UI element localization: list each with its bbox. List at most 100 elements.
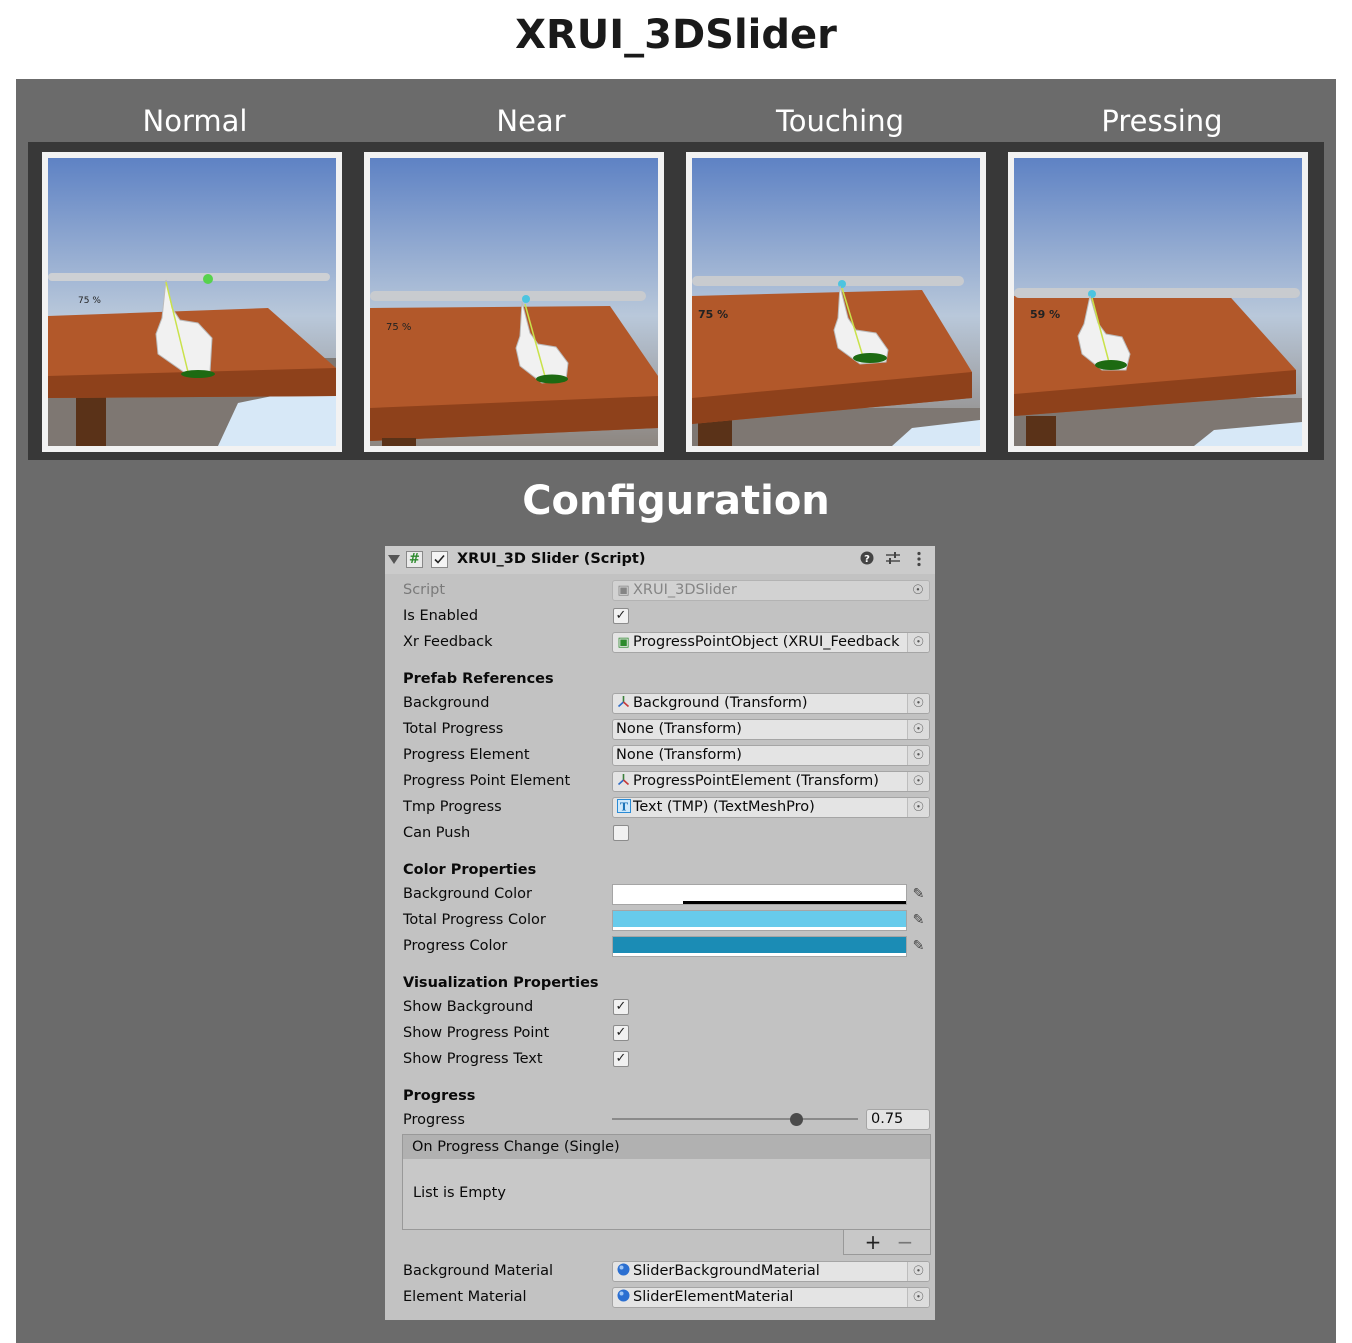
configuration-title: Configuration <box>522 478 830 524</box>
element-material-field[interactable]: SliderElementMaterial ☉ <box>612 1287 930 1308</box>
object-picker-icon: ☉ <box>907 581 929 600</box>
checkmark-icon <box>434 554 445 564</box>
background-label: Background <box>403 695 490 711</box>
progress-text-touching: 75 % <box>698 308 728 321</box>
component-header[interactable]: # XRUI_3D Slider (Script) ? <box>385 546 935 574</box>
object-picker-icon[interactable]: ☉ <box>907 694 929 713</box>
progress-slider-thumb[interactable] <box>790 1113 803 1126</box>
component-title: XRUI_3D Slider (Script) <box>457 551 646 567</box>
inspector-panel: # XRUI_3D Slider (Script) ? Script ▣ XRUI… <box>385 546 935 1320</box>
textmeshpro-icon: T <box>616 798 631 817</box>
list-empty-text: List is Empty <box>413 1185 506 1201</box>
material-sphere-icon <box>616 1288 631 1307</box>
xr-feedback-field[interactable]: ▣ ProgressPointObject (XRUI_Feedback ☉ <box>612 632 930 653</box>
help-icon[interactable]: ? <box>858 551 876 569</box>
is-enabled-label: Is Enabled <box>403 608 479 624</box>
progress-heading: Progress <box>403 1088 476 1104</box>
total-progress-field[interactable]: None (Transform) ☉ <box>612 719 930 740</box>
progress-element-label: Progress Element <box>403 747 530 763</box>
script-icon: # <box>406 551 423 568</box>
visualization-properties-heading: Visualization Properties <box>403 975 599 991</box>
progress-color-label: Progress Color <box>403 938 508 954</box>
scene-touching: 75 % <box>692 158 980 446</box>
preview-pressing: 59 % <box>1008 152 1308 452</box>
color-swatch <box>613 937 906 953</box>
eyedropper-icon[interactable]: ✎ <box>907 884 930 905</box>
background-color-field[interactable] <box>612 884 907 905</box>
object-picker-icon[interactable]: ☉ <box>907 1288 929 1307</box>
background-material-label: Background Material <box>403 1263 554 1279</box>
kebab-menu-icon[interactable] <box>910 551 928 571</box>
script-field: ▣ XRUI_3DSlider ☉ <box>612 580 930 601</box>
total-progress-label: Total Progress <box>403 721 504 737</box>
background-field[interactable]: Background (Transform) ☉ <box>612 693 930 714</box>
object-picker-icon[interactable]: ☉ <box>907 633 929 652</box>
transform-icon <box>616 694 631 713</box>
progress-slider-track[interactable] <box>612 1118 858 1120</box>
remove-listener-button[interactable]: − <box>890 1230 920 1254</box>
progress-text-normal: 75 % <box>78 296 101 306</box>
on-progress-change-header: On Progress Change (Single) <box>402 1134 931 1160</box>
svg-text:?: ? <box>864 554 870 565</box>
component-enabled-checkbox[interactable] <box>431 551 448 568</box>
tmp-progress-field[interactable]: T Text (TMP) (TextMeshPro) ☉ <box>612 797 930 818</box>
scene-near: 75 % <box>370 158 658 446</box>
progress-color-field[interactable] <box>612 936 907 957</box>
on-progress-change-list: List is Empty <box>402 1159 931 1230</box>
preset-sliders-icon[interactable] <box>884 551 902 569</box>
state-label-pressing: Pressing <box>1101 104 1223 138</box>
material-sphere-icon <box>616 1262 631 1281</box>
show-background-checkbox[interactable]: ✓ <box>613 999 629 1015</box>
progress-element-field[interactable]: None (Transform) ☉ <box>612 745 930 766</box>
background-color-label: Background Color <box>403 886 532 902</box>
script-label: Script <box>403 582 446 598</box>
background-material-field[interactable]: SliderBackgroundMaterial ☉ <box>612 1261 930 1282</box>
state-label-touching: Touching <box>775 104 905 138</box>
svg-text:T: T <box>619 801 628 814</box>
progress-text-pressing: 59 % <box>1030 308 1060 321</box>
alpha-bar <box>613 953 906 956</box>
foldout-arrow-icon[interactable] <box>388 555 400 564</box>
event-list-footer: + − <box>843 1230 931 1255</box>
show-progress-point-label: Show Progress Point <box>403 1025 550 1041</box>
color-properties-heading: Color Properties <box>403 862 537 878</box>
show-background-label: Show Background <box>403 999 534 1015</box>
is-enabled-checkbox[interactable]: ✓ <box>613 608 629 624</box>
total-progress-color-label: Total Progress Color <box>403 912 546 928</box>
can-push-label: Can Push <box>403 825 471 841</box>
script-file-icon: ▣ <box>617 583 630 598</box>
progress-label: Progress <box>403 1112 465 1128</box>
total-progress-color-field[interactable] <box>612 910 907 931</box>
add-listener-button[interactable]: + <box>858 1230 888 1254</box>
element-material-label: Element Material <box>403 1289 527 1305</box>
scene-normal: 75 % <box>48 158 336 446</box>
object-picker-icon[interactable]: ☉ <box>907 1262 929 1281</box>
script-file-icon: ▣ <box>617 635 630 650</box>
eyedropper-icon[interactable]: ✎ <box>907 910 930 931</box>
object-picker-icon[interactable]: ☉ <box>907 798 929 817</box>
show-progress-text-checkbox[interactable]: ✓ <box>613 1051 629 1067</box>
can-push-checkbox[interactable] <box>613 825 629 841</box>
progress-point-element-label: Progress Point Element <box>403 773 571 789</box>
color-swatch <box>613 885 906 901</box>
alpha-bar <box>613 927 906 930</box>
show-progress-text-label: Show Progress Text <box>403 1051 543 1067</box>
color-swatch <box>613 911 906 927</box>
progress-value-field[interactable]: 0.75 <box>866 1109 930 1130</box>
eyedropper-icon[interactable]: ✎ <box>907 936 930 957</box>
object-picker-icon[interactable]: ☉ <box>907 720 929 739</box>
preview-touching: 75 % <box>686 152 986 452</box>
progress-point-element-field[interactable]: ProgressPointElement (Transform) ☉ <box>612 771 930 792</box>
xr-feedback-label: Xr Feedback <box>403 634 493 650</box>
tmp-progress-label: Tmp Progress <box>403 799 502 815</box>
progress-text-near: 75 % <box>386 322 411 333</box>
page-title: XRUI_3DSlider <box>515 12 837 58</box>
show-progress-point-checkbox[interactable]: ✓ <box>613 1025 629 1041</box>
scene-pressing: 59 % <box>1014 158 1302 446</box>
object-picker-icon[interactable]: ☉ <box>907 746 929 765</box>
alpha-bar <box>613 901 684 904</box>
transform-icon <box>616 772 631 791</box>
object-picker-icon[interactable]: ☉ <box>907 772 929 791</box>
preview-normal: 75 % <box>42 152 342 452</box>
state-label-near: Near <box>496 104 566 138</box>
